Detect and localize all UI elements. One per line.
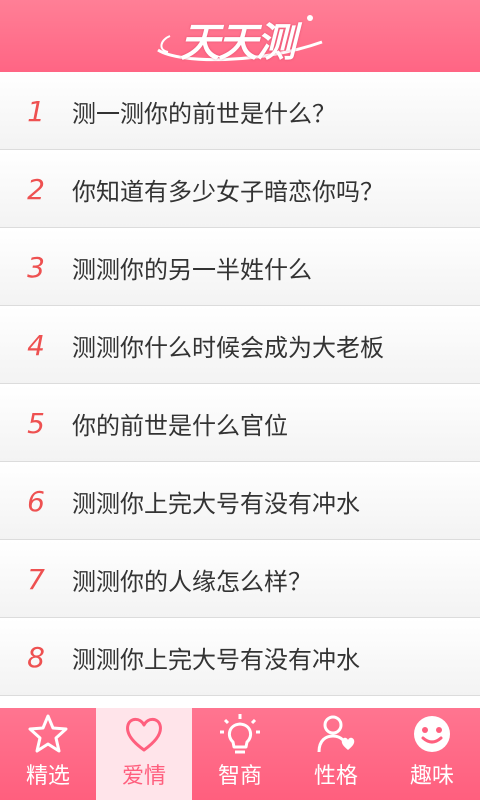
- lightbulb-icon: [220, 714, 260, 754]
- bottom-tab-bar: 精选 爱情 智商 性格 趣味: [0, 708, 480, 800]
- app-header: 天天测试: [0, 0, 480, 124]
- list-item[interactable]: 1 测一测你的前世是什么？: [0, 72, 480, 150]
- list-item[interactable]: 6 测测你上完大号有没有冲水: [0, 462, 480, 540]
- tab-label: 性格: [313, 764, 358, 789]
- tab-fun[interactable]: 趣味: [384, 708, 480, 800]
- tab-label: 趣味: [409, 764, 454, 789]
- item-title: 测测你上完大号有没有冲水: [72, 645, 360, 674]
- item-title: 测测你的另一半姓什么: [72, 255, 312, 284]
- star-icon: [28, 714, 68, 753]
- tab-label: 精选: [25, 764, 70, 789]
- tab-label: 爱情: [121, 764, 166, 789]
- item-number: 1: [27, 94, 45, 128]
- item-title: 测一测你的前世是什么？: [72, 99, 336, 128]
- tab-love[interactable]: 爱情: [96, 708, 192, 800]
- quiz-list: 1 测一测你的前世是什么？ 2 你知道有多少女子暗恋你吗？ 3 测测你的另一半姓…: [0, 72, 480, 708]
- tab-featured[interactable]: 精选: [0, 708, 96, 800]
- person-heart-icon: [317, 715, 355, 753]
- heart-icon: [126, 717, 162, 752]
- list-item[interactable]: 3 测测你的另一半姓什么: [0, 228, 480, 306]
- list-item[interactable]: 7 测测你的人缘怎么样？: [0, 540, 480, 618]
- app-logo: 天天测试: [150, 6, 330, 124]
- item-number: 8: [27, 640, 45, 674]
- tab-personality[interactable]: 性格: [288, 708, 384, 800]
- item-number: 6: [27, 484, 45, 518]
- item-title: 测测你什么时候会成为大老板: [72, 333, 384, 362]
- item-title: 测测你上完大号有没有冲水: [72, 489, 360, 518]
- smiley-icon: [414, 716, 450, 752]
- list-item[interactable]: 4 测测你什么时候会成为大老板: [0, 306, 480, 384]
- tab-label: 智商: [217, 764, 262, 789]
- item-title: 你的前世是什么官位: [72, 411, 288, 440]
- item-number: 3: [27, 250, 45, 284]
- item-number: 2: [27, 172, 45, 206]
- item-title: 你知道有多少女子暗恋你吗？: [72, 177, 384, 206]
- list-item[interactable]: 5 你的前世是什么官位: [0, 384, 480, 462]
- list-item[interactable]: 8 测测你上完大号有没有冲水: [0, 618, 480, 696]
- tab-iq[interactable]: 智商: [192, 708, 288, 800]
- item-number: 5: [27, 406, 45, 440]
- item-title: 测测你的人缘怎么样？: [72, 567, 312, 596]
- list-item[interactable]: 2 你知道有多少女子暗恋你吗？: [0, 150, 480, 228]
- item-number: 7: [27, 562, 45, 596]
- item-number: 4: [27, 328, 45, 362]
